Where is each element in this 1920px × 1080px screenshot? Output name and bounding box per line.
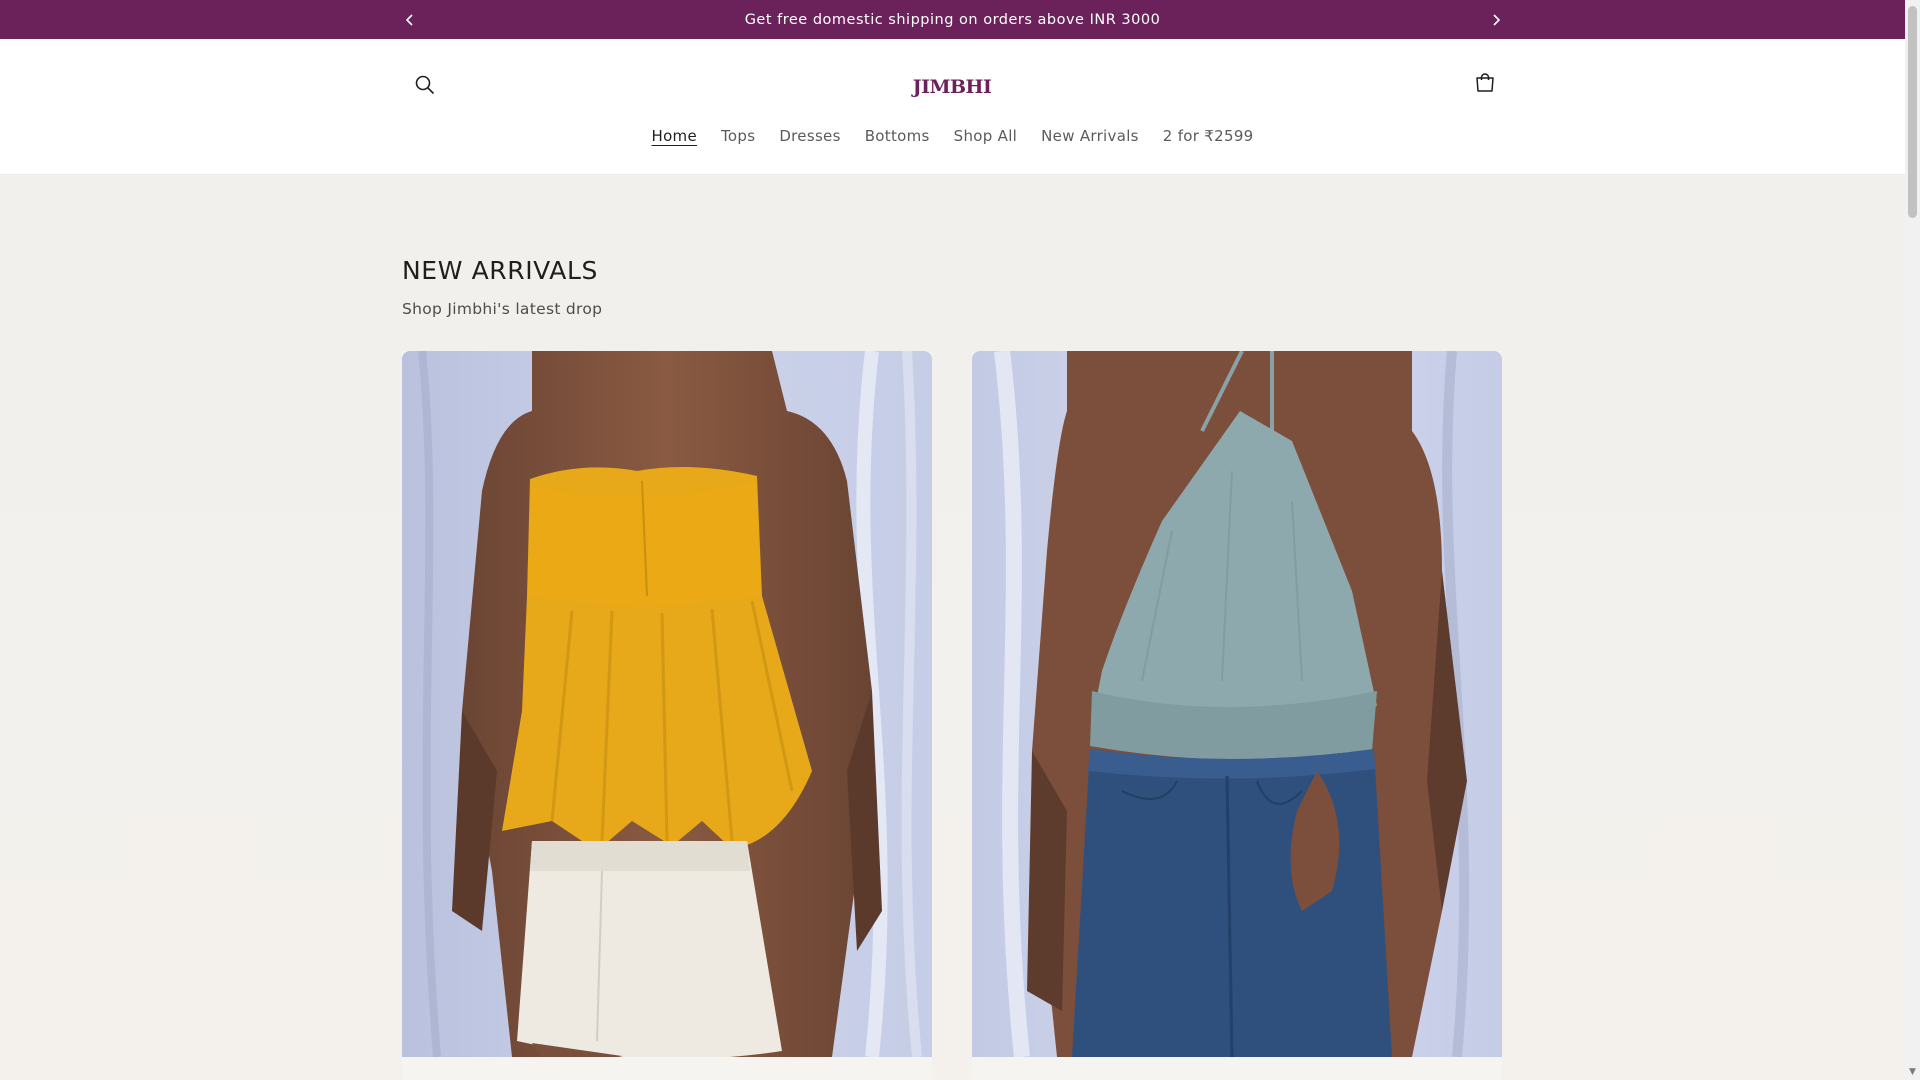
page-scrollbar[interactable]: ▼	[1905, 0, 1920, 1080]
chevron-right-icon	[1493, 13, 1501, 26]
nav-dresses[interactable]: Dresses	[767, 127, 852, 145]
nav-home[interactable]: Home	[639, 127, 709, 145]
product-card[interactable]	[402, 351, 932, 1080]
scrollbar-thumb[interactable]	[1908, 6, 1917, 218]
cart-button[interactable]	[1465, 63, 1505, 103]
new-arrivals-section: NEW ARRIVALS Shop Jimbhi's latest drop	[0, 176, 1905, 1080]
section-title: NEW ARRIVALS	[402, 256, 598, 285]
cart-icon	[1476, 73, 1494, 92]
nav-bottoms[interactable]: Bottoms	[853, 127, 942, 145]
chevron-left-icon	[405, 13, 413, 26]
product-image[interactable]	[402, 351, 932, 1057]
main-nav: Home Tops Dresses Bottoms Shop All New A…	[0, 121, 1905, 151]
announcement-bar: Get free domestic shipping on orders abo…	[0, 0, 1905, 39]
section-subtitle: Shop Jimbhi's latest drop	[402, 300, 603, 318]
scroll-down-arrow-icon[interactable]: ▼	[1907, 1067, 1918, 1078]
product-card[interactable]	[972, 351, 1502, 1080]
announcement-next-button[interactable]	[1481, 0, 1511, 39]
announcement-prev-button[interactable]	[395, 0, 425, 39]
search-icon	[415, 75, 435, 95]
nav-2-for-offer[interactable]: 2 for ₹2599	[1151, 127, 1266, 145]
brand-logo[interactable]: JIMBHI	[880, 67, 1024, 107]
nav-new-arrivals[interactable]: New Arrivals	[1029, 127, 1151, 145]
nav-shop-all[interactable]: Shop All	[942, 127, 1030, 145]
nav-tops[interactable]: Tops	[709, 127, 767, 145]
announcement-text: Get free domestic shipping on orders abo…	[744, 11, 1161, 28]
search-button[interactable]	[405, 65, 445, 105]
site-header: JIMBHI Home Tops Dresses Bottoms Shop Al…	[0, 39, 1905, 175]
product-image[interactable]	[972, 351, 1502, 1057]
